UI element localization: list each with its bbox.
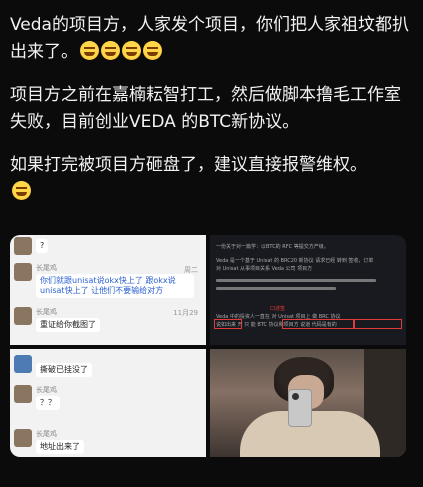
avatar (14, 355, 32, 373)
chat-row: 长尾鸡 重证给你截图了 (14, 307, 100, 332)
highlight-box (354, 319, 402, 329)
image-selfie-photo[interactable] (210, 349, 406, 457)
chat-row: ? (14, 237, 49, 255)
image-chat-screenshot-1[interactable]: ? 周二 长尾鸡 你们就跟unisat说okx快上了 跟okx说unisat快上… (10, 235, 206, 345)
chat-time: 11月29 (173, 309, 198, 317)
chat-bubble: 撕破已挂没了 (36, 363, 92, 377)
rofl-emoji-icon (122, 41, 141, 60)
phone-icon (288, 389, 312, 427)
post-paragraph-2: 项目方之前在嘉楠耘智打工，然后做脚本撸毛工作室失败，目前创业VEDA 的BTC新… (10, 82, 414, 136)
chat-sender: 长尾鸡 (36, 264, 57, 272)
image-grid: ? 周二 长尾鸡 你们就跟unisat说okx快上了 跟okx说unisat快上… (10, 235, 406, 457)
post-text-1: Veda的项目方，人家发个项目，你们把人家祖坟都扒出来了。 (10, 15, 409, 62)
highlight-box (214, 319, 242, 329)
chat-bubble: 重证给你截图了 (36, 318, 100, 332)
image-chat-screenshot-2[interactable]: 撕破已挂没了 长尾鸡 ？？ 长尾鸡 地址出来了 (10, 349, 206, 457)
doc-line: 对 Unisat 从事项目关系 Veda 公司 项目方 (216, 266, 313, 272)
post-body: Veda的项目方，人家发个项目，你们把人家祖坟都扒出来了。 项目方之前在嘉楠耘智… (10, 12, 414, 222)
doc-label: 口述签 (270, 306, 286, 312)
rofl-emoji-icon (12, 181, 31, 200)
chat-row: 长尾鸡 ？？ (14, 385, 60, 410)
doc-line: Veda 是一个基于 Unisat 的 BRC20 新协议 请求已经 转到 签收… (216, 258, 374, 264)
doc-rule (216, 287, 336, 290)
chat-bubble: 地址出来了 (36, 440, 84, 454)
chat-row: 长尾鸡 你们就跟unisat说okx快上了 跟okx说unisat快上了 让他们… (14, 263, 194, 298)
rofl-emoji-icon (80, 41, 99, 60)
chat-bubble: ？？ (36, 396, 60, 410)
avatar (14, 307, 32, 325)
rofl-emoji-icon (143, 41, 162, 60)
avatar (14, 237, 32, 255)
post-text-3: 如果打完被项目方砸盘了，建议直接报警维权。 (10, 155, 367, 175)
doc-line: 一份关于对一篇学：以BTC的 RFC 等提交方产级。 (216, 244, 329, 250)
chat-row: 长尾鸡 地址出来了 (14, 429, 84, 454)
camera-icon (292, 393, 299, 400)
highlight-box (282, 319, 354, 329)
avatar (14, 429, 32, 447)
chat-row: 撕破已挂没了 (14, 355, 92, 377)
post-text-2: 项目方之前在嘉楠耘智打工，然后做脚本撸毛工作室失败，目前创业VEDA 的BTC新… (10, 85, 401, 132)
avatar (14, 385, 32, 403)
post-paragraph-3: 如果打完被项目方砸盘了，建议直接报警维权。 (10, 152, 414, 206)
chat-bubble: ? (36, 239, 49, 253)
rofl-emoji-icon (101, 41, 120, 60)
chat-sender: 长尾鸡 (36, 308, 57, 316)
doc-rule (216, 279, 376, 282)
chat-sender: 长尾鸡 (36, 430, 57, 438)
avatar (14, 263, 32, 281)
image-document-screenshot[interactable]: 一份关于对一篇学：以BTC的 RFC 等提交方产级。 Veda 是一个基于 Un… (210, 235, 406, 345)
chat-bubble: 你们就跟unisat说okx快上了 跟okx说unisat快上了 让他们不要输给… (36, 274, 194, 298)
post-paragraph-1: Veda的项目方，人家发个项目，你们把人家祖坟都扒出来了。 (10, 12, 414, 66)
chat-sender: 长尾鸡 (36, 386, 57, 394)
